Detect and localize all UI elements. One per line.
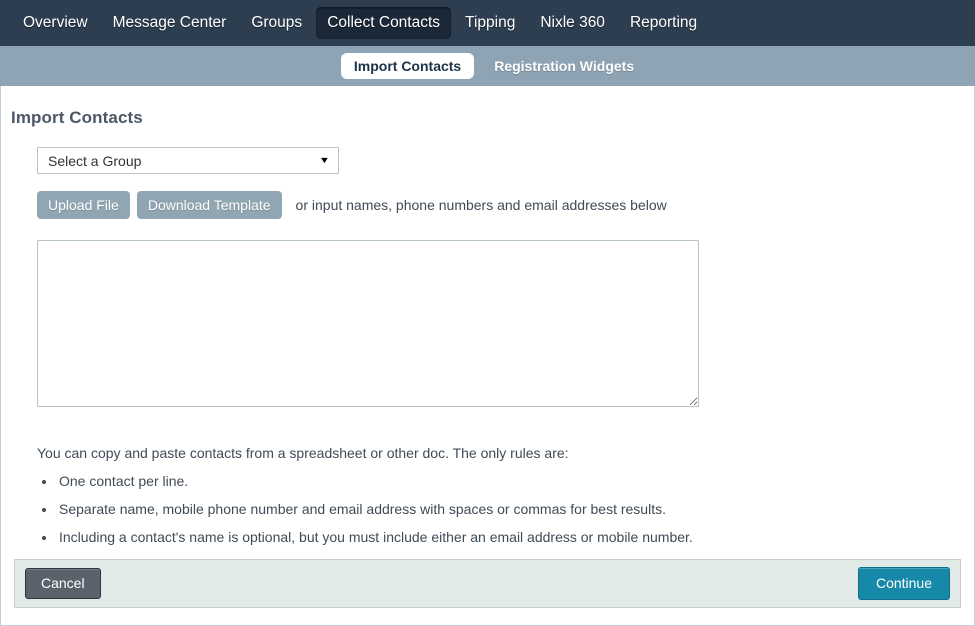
list-item: Separate name, mobile phone number and e… <box>57 501 974 517</box>
nav-item-overview[interactable]: Overview <box>12 7 99 39</box>
nav-item-tipping[interactable]: Tipping <box>454 7 526 39</box>
chevron-down-icon: ▼ <box>318 155 331 165</box>
contacts-textarea[interactable] <box>37 240 699 408</box>
tab-import-contacts[interactable]: Import Contacts <box>340 53 475 79</box>
nav-item-nixle-360[interactable]: Nixle 360 <box>529 7 616 39</box>
nav-item-reporting[interactable]: Reporting <box>619 7 708 39</box>
group-select-value: Select a Group <box>48 152 142 169</box>
footer-action-bar: Cancel Continue <box>14 559 961 608</box>
secondary-navigation: Import Contacts Registration Widgets <box>0 46 975 86</box>
upload-file-button[interactable]: Upload File <box>37 191 130 220</box>
page-title: Import Contacts <box>11 108 143 127</box>
nav-item-collect-contacts[interactable]: Collect Contacts <box>316 7 452 39</box>
nav-item-message-center[interactable]: Message Center <box>102 7 238 39</box>
content-panel: Import Contacts Select a Group ▼ Upload … <box>0 86 975 626</box>
rules-list: One contact per line. Separate name, mob… <box>37 473 974 545</box>
continue-button[interactable]: Continue <box>857 567 950 600</box>
nav-item-groups[interactable]: Groups <box>240 7 313 39</box>
import-form: Select a Group ▼ Upload File Download Te… <box>1 147 974 545</box>
rules-intro-text: You can copy and paste contacts from a s… <box>37 445 569 462</box>
cancel-button[interactable]: Cancel <box>25 568 101 599</box>
list-item: One contact per line. <box>57 473 974 489</box>
download-template-button[interactable]: Download Template <box>136 191 282 220</box>
upload-button-row: Upload File Download Template or input n… <box>37 191 974 220</box>
group-select[interactable]: Select a Group ▼ <box>37 147 339 174</box>
primary-navigation: Overview Message Center Groups Collect C… <box>0 0 975 46</box>
tab-registration-widgets[interactable]: Registration Widgets <box>494 59 634 73</box>
list-item: Including a contact's name is optional, … <box>57 529 974 545</box>
input-hint-text: or input names, phone numbers and email … <box>295 197 667 214</box>
